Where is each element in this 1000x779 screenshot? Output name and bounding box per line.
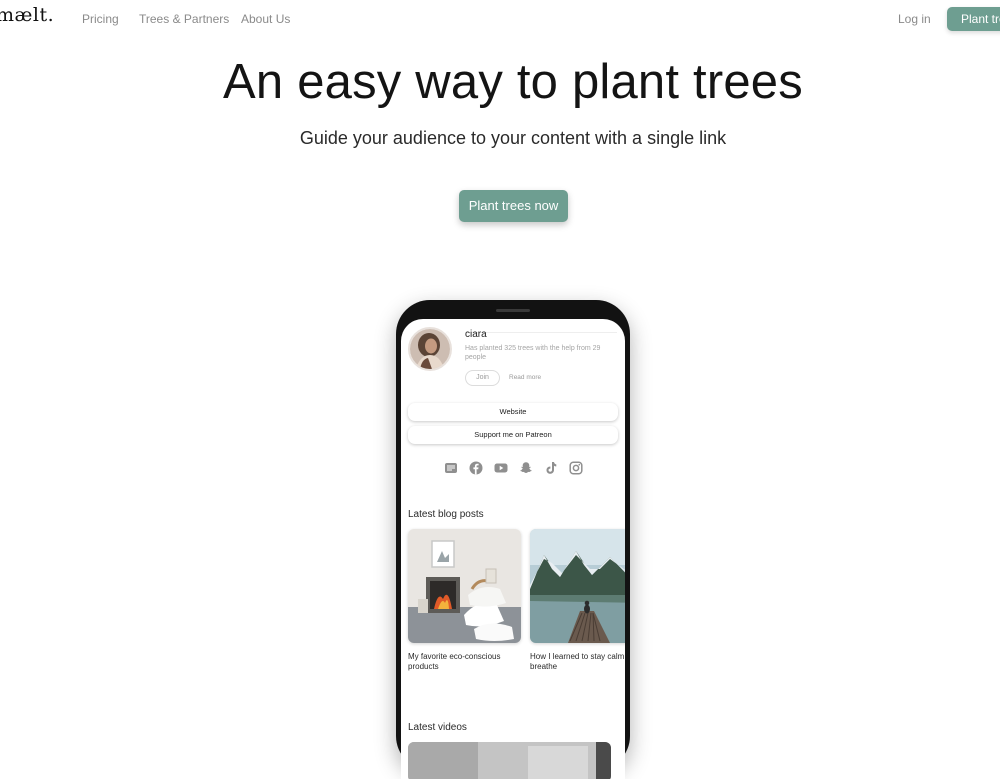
facebook-icon[interactable]	[469, 461, 483, 475]
hero-plant-trees-button[interactable]: Plant trees now	[459, 190, 568, 222]
hero-title: An easy way to plant trees	[223, 55, 803, 109]
phone-screen: ciara Has planted 325 trees with the hel…	[401, 319, 625, 779]
hero-subtitle: Guide your audience to your content with…	[299, 128, 727, 148]
instagram-icon[interactable]	[569, 461, 583, 475]
join-button[interactable]: Join	[465, 370, 500, 386]
profile-description: Has planted 325 trees with the help from…	[465, 345, 601, 361]
profile-name: ciara	[465, 329, 487, 340]
latest-blog-posts-heading: Latest blog posts	[408, 509, 484, 520]
phone-speaker	[496, 309, 530, 312]
profile-name-divider	[465, 332, 617, 333]
latest-videos-heading: Latest videos	[408, 722, 467, 733]
patreon-link-button[interactable]: Support me on Patreon	[408, 426, 618, 444]
blog-post-thumbnail[interactable]	[530, 529, 625, 643]
login-link[interactable]: Log in	[898, 12, 931, 26]
blog-post-title[interactable]: How I learned to stay calm and breathe	[530, 652, 625, 672]
phone-mockup: ciara Has planted 325 trees with the hel…	[396, 300, 630, 779]
nav-link-about-us[interactable]: About Us	[241, 12, 290, 26]
nav-link-trees-partners[interactable]: Trees & Partners	[139, 12, 229, 26]
logo[interactable]: mælt.	[0, 4, 54, 26]
tiktok-icon[interactable]	[544, 461, 558, 475]
nav-link-pricing[interactable]: Pricing	[82, 12, 119, 26]
video-thumbnail[interactable]	[408, 742, 611, 779]
youtube-icon[interactable]	[494, 461, 508, 475]
read-more-link[interactable]: Read more	[509, 374, 541, 381]
snapchat-icon[interactable]	[519, 461, 533, 475]
website-link-button[interactable]: Website	[408, 403, 618, 421]
top-navbar: mælt. Pricing Trees & Partners About Us …	[0, 0, 1000, 38]
nav-plant-trees-button[interactable]: Plant trees now	[947, 7, 1000, 31]
social-icons-row	[444, 461, 584, 475]
substack-icon[interactable]	[444, 461, 458, 475]
blog-post-title[interactable]: My favorite eco-conscious products	[408, 652, 520, 672]
blog-post-thumbnail[interactable]	[408, 529, 521, 643]
profile-avatar	[408, 327, 452, 371]
